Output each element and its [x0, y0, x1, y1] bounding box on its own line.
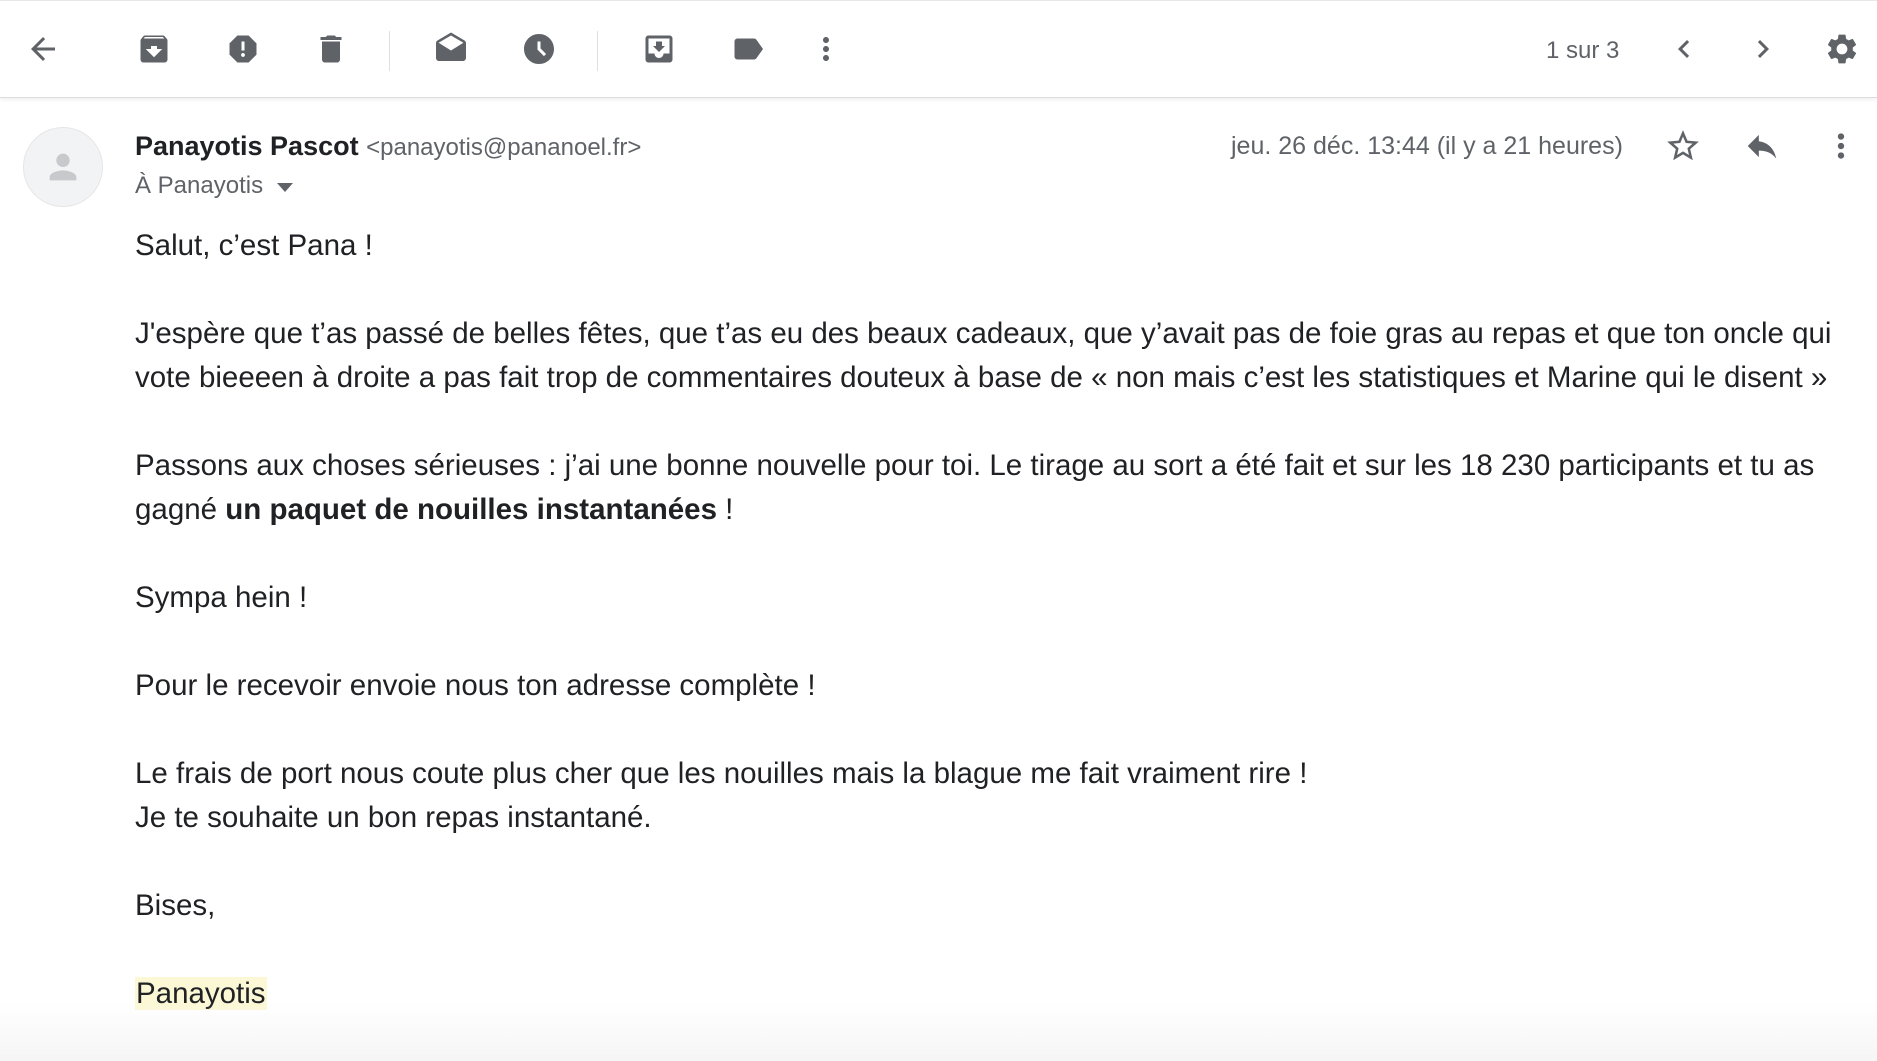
label-icon[interactable]	[723, 24, 773, 74]
report-spam-icon[interactable]	[218, 24, 268, 74]
back-arrow-icon[interactable]	[18, 24, 68, 74]
sender-name[interactable]: Panayotis Pascot	[135, 131, 359, 161]
body-paragraph: Passons aux choses sérieuses : j’ai une …	[135, 444, 1860, 532]
signature: Panayotis	[135, 977, 267, 1010]
message-more-vert-icon[interactable]	[1817, 122, 1865, 170]
recipient-toggle[interactable]: À Panayotis	[135, 172, 294, 200]
settings-gear-icon[interactable]	[1817, 24, 1867, 74]
archive-icon[interactable]	[129, 24, 179, 74]
body-paragraph: Le frais de port nous coute plus cher qu…	[135, 752, 1860, 840]
body-paragraph: Pour le recevoir envoie nous ton adresse…	[135, 669, 816, 702]
body-line: Je te souhaite un bon repas instantané.	[135, 801, 652, 834]
toolbar: 1 sur 3	[0, 0, 1877, 98]
body-paragraph: Sympa hein !	[135, 581, 308, 614]
reply-icon[interactable]	[1738, 122, 1786, 170]
toolbar-divider	[597, 31, 598, 71]
sender-line: Panayotis Pascot <panayotis@pananoel.fr>	[135, 131, 641, 162]
toolbar-divider	[389, 31, 390, 71]
chevron-right-icon[interactable]	[1738, 24, 1788, 74]
more-vert-icon[interactable]	[801, 24, 851, 74]
move-to-icon[interactable]	[634, 24, 684, 74]
star-icon[interactable]	[1659, 122, 1707, 170]
sender-avatar[interactable]	[23, 127, 103, 207]
body-closing: Bises,	[135, 889, 216, 922]
recipient-label: À Panayotis	[135, 172, 264, 199]
body-paragraph: J'espère que t’as passé de belles fêtes,…	[135, 317, 1832, 394]
delete-icon[interactable]	[306, 24, 356, 74]
pager-count: 1 sur 3	[1546, 37, 1620, 64]
body-bold-text: un paquet de nouilles instantanées	[225, 493, 717, 526]
body-line: Le frais de port nous coute plus cher qu…	[135, 757, 1308, 790]
sender-email: <panayotis@pananoel.fr>	[366, 134, 642, 161]
snooze-icon[interactable]	[514, 24, 564, 74]
body-text: !	[716, 493, 734, 526]
message-body: Salut, c’est Pana ! J'espère que t’as pa…	[135, 224, 1860, 1060]
mark-unread-icon[interactable]	[426, 24, 476, 74]
body-greeting: Salut, c’est Pana !	[135, 229, 373, 262]
caret-down-icon[interactable]	[277, 183, 294, 192]
body-signature-line: Panayotis	[135, 972, 1860, 1016]
person-icon	[49, 153, 77, 181]
message-date: jeu. 26 déc. 13:44 (il y a 21 heures)	[1231, 132, 1623, 160]
chevron-left-icon[interactable]	[1659, 24, 1709, 74]
